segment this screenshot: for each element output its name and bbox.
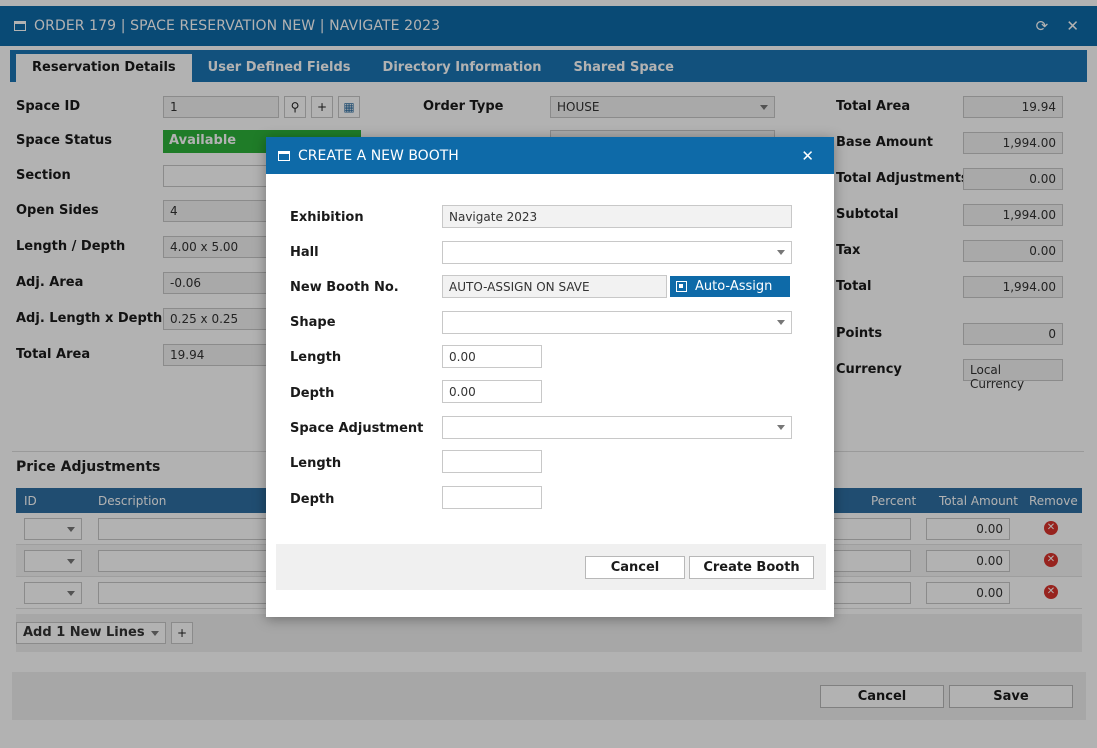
chevron-down-icon (777, 250, 785, 255)
adj-depth-label: Depth (290, 492, 335, 507)
adj-length-field[interactable] (442, 450, 542, 473)
close-icon[interactable]: ✕ (801, 147, 814, 165)
create-booth-dialog: CREATE A NEW BOOTH ✕ Exhibition Navigate… (266, 137, 834, 617)
new-booth-no-field: AUTO-ASSIGN ON SAVE (442, 275, 667, 298)
length-field[interactable]: 0.00 (442, 345, 542, 368)
new-booth-no-label: New Booth No. (290, 280, 399, 295)
depth-label: Depth (290, 386, 335, 401)
exhibition-label: Exhibition (290, 210, 364, 225)
hall-label: Hall (290, 245, 319, 260)
create-booth-button[interactable]: Create Booth (689, 556, 814, 579)
adj-length-label: Length (290, 456, 342, 471)
shape-label: Shape (290, 315, 336, 330)
chevron-down-icon (777, 320, 785, 325)
dialog-titlebar: CREATE A NEW BOOTH ✕ (266, 137, 834, 174)
chevron-down-icon (777, 425, 785, 430)
dialog-footer: Cancel Create Booth (276, 544, 826, 590)
dialog-cancel-button[interactable]: Cancel (585, 556, 685, 579)
exhibition-field: Navigate 2023 (442, 205, 792, 228)
shape-select[interactable] (442, 311, 792, 334)
depth-field[interactable]: 0.00 (442, 380, 542, 403)
checkbox-icon (676, 281, 687, 292)
auto-assign-toggle[interactable]: Auto-Assign (670, 276, 790, 297)
length-label: Length (290, 350, 342, 365)
space-adjustment-label: Space Adjustment (290, 421, 424, 436)
window-icon (278, 150, 290, 161)
space-adjustment-select[interactable] (442, 416, 792, 439)
dialog-title: CREATE A NEW BOOTH (298, 147, 459, 164)
adj-depth-field[interactable] (442, 486, 542, 509)
hall-select[interactable] (442, 241, 792, 264)
auto-assign-label: Auto-Assign (695, 279, 773, 294)
